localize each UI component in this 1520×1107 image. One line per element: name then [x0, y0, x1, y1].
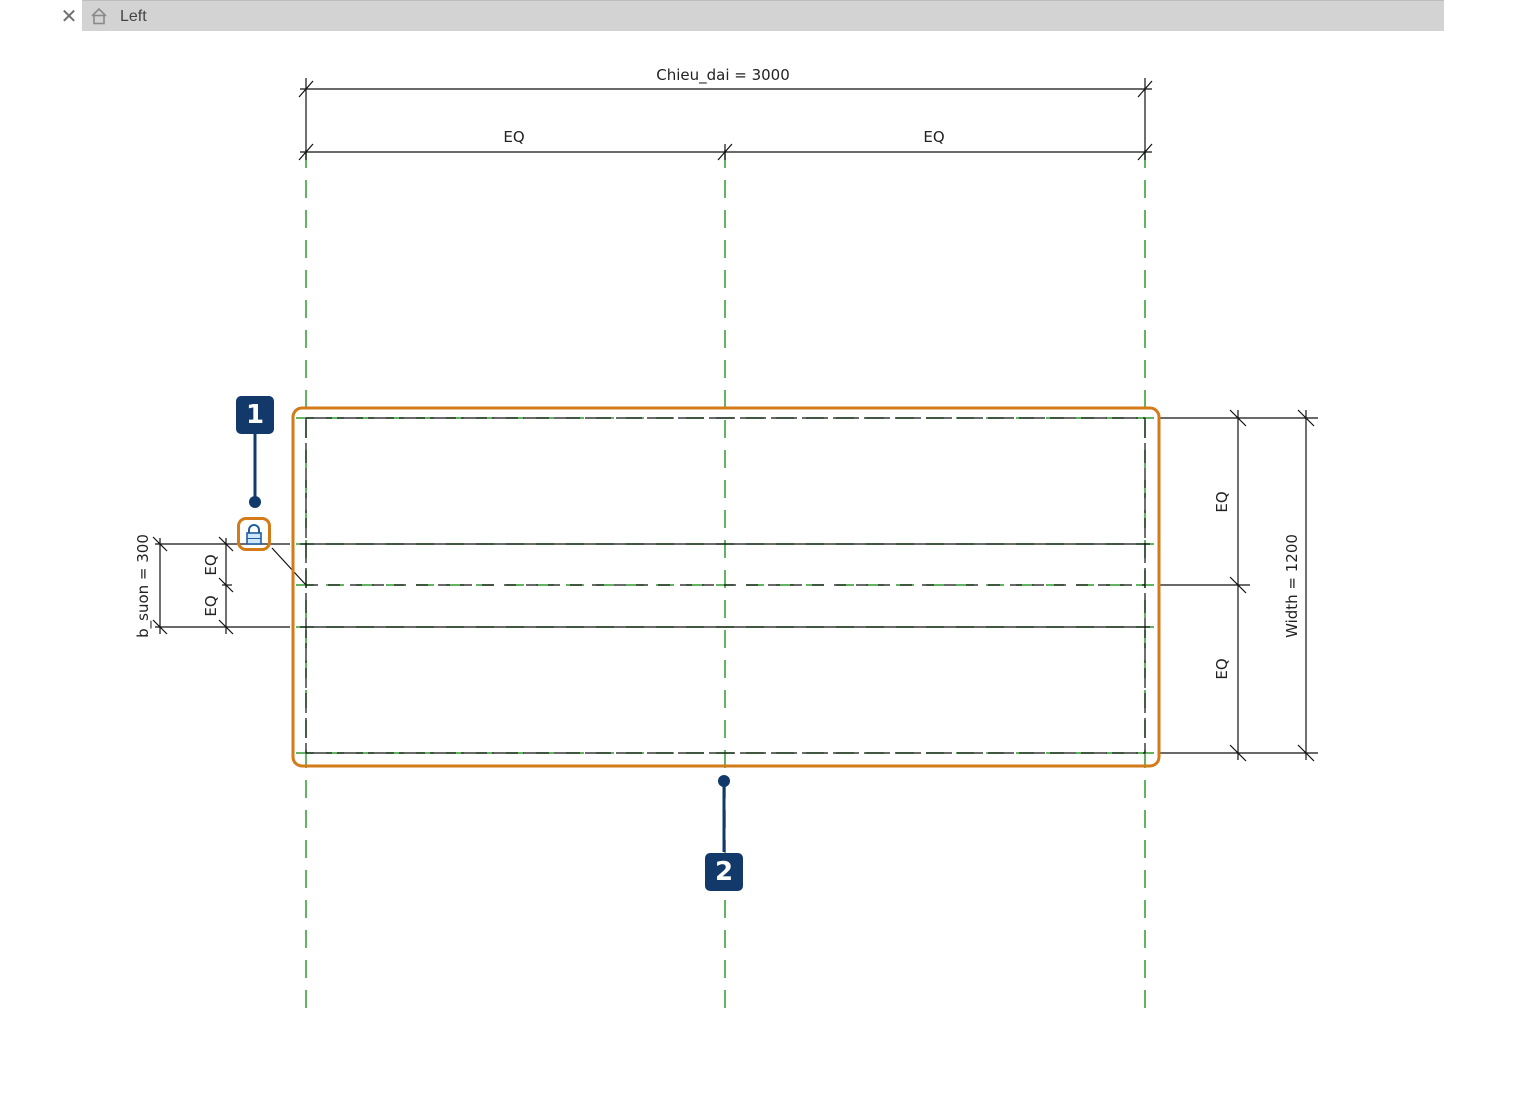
dimension-eq-right-top-label[interactable]: EQ: [1213, 491, 1231, 512]
lock-highlight[interactable]: [237, 517, 271, 551]
dimension-eq-left-label[interactable]: EQ: [503, 128, 524, 146]
lock-icon[interactable]: [240, 520, 268, 548]
dimension-eq-left-bottom-label[interactable]: EQ: [202, 595, 220, 616]
dimension-rib-width-label[interactable]: b_suon = 300: [134, 534, 153, 638]
callout-badge-1: 1: [236, 396, 274, 434]
drawing-canvas: Chieu_dai = 3000 EQ EQ EQ EQ Width = 120…: [134, 66, 1318, 1012]
dimension-eq-right-bottom-label[interactable]: EQ: [1213, 658, 1231, 679]
callout-leaders: [249, 434, 730, 852]
dimension-left[interactable]: [152, 536, 307, 635]
callout-badge-2: 2: [705, 853, 743, 891]
dimension-eq-left-top-label[interactable]: EQ: [202, 554, 220, 575]
dimension-overall-length-label[interactable]: Chieu_dai = 3000: [656, 66, 790, 85]
dimension-width-label[interactable]: Width = 1200: [1283, 534, 1301, 638]
slab-highlight: [291, 406, 1161, 768]
dimension-eq-right-label[interactable]: EQ: [923, 128, 944, 146]
dimension-eq-top[interactable]: [298, 143, 1153, 161]
